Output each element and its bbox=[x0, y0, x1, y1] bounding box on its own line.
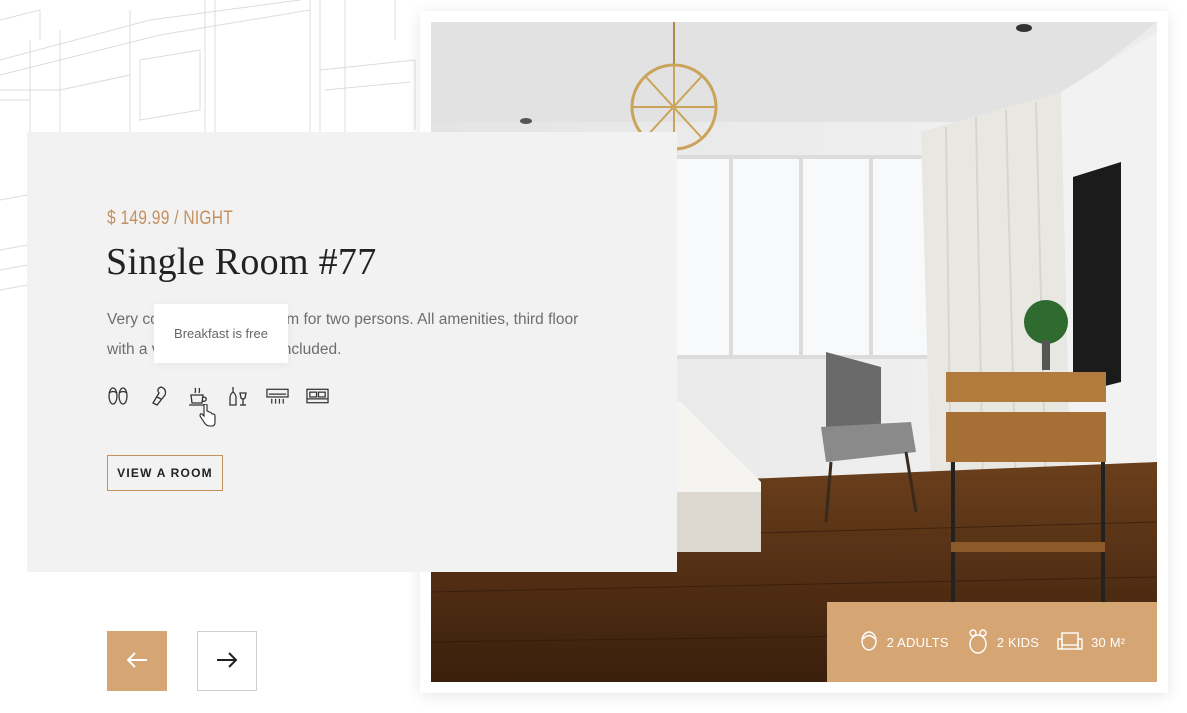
room-info-bar: 2 ADULTS 2 KIDS 30 M² bbox=[827, 602, 1157, 682]
view-room-button[interactable]: VIEW A ROOM bbox=[107, 455, 223, 491]
adults-info: 2 ADULTS bbox=[859, 630, 949, 654]
kid-icon bbox=[967, 629, 989, 655]
hairdryer-icon[interactable] bbox=[146, 384, 169, 407]
area-info: 30 M² bbox=[1057, 631, 1125, 653]
amenity-tooltip: Breakfast is free bbox=[154, 304, 288, 363]
next-slide-button[interactable] bbox=[197, 631, 257, 691]
drinks-icon[interactable] bbox=[226, 384, 249, 407]
slippers-icon[interactable] bbox=[106, 384, 129, 407]
bed-icon[interactable] bbox=[306, 384, 329, 407]
amenities-list bbox=[106, 384, 329, 407]
room-title: Single Room #77 bbox=[106, 241, 377, 283]
prev-slide-button[interactable] bbox=[107, 631, 167, 691]
kids-info: 2 KIDS bbox=[967, 629, 1039, 655]
pointer-cursor-icon bbox=[199, 403, 217, 432]
room-price: $ 149.99 / NIGHT bbox=[107, 208, 234, 229]
air-conditioner-icon[interactable] bbox=[266, 384, 289, 407]
arrow-left-icon bbox=[126, 651, 148, 672]
adults-text: 2 ADULTS bbox=[886, 634, 949, 650]
kids-text: 2 KIDS bbox=[996, 634, 1040, 650]
adult-icon bbox=[859, 630, 879, 654]
armchair-icon bbox=[1057, 631, 1083, 653]
area-text: 30 M² bbox=[1091, 634, 1126, 650]
arrow-right-icon bbox=[216, 651, 238, 672]
